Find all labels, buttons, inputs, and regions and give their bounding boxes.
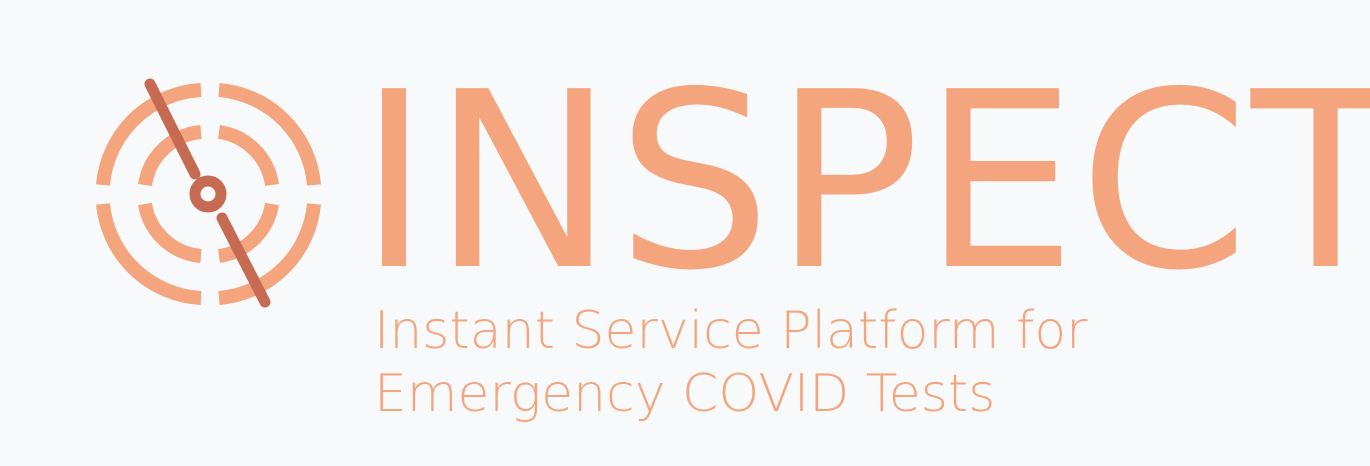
tagline-line-1: Instant Service Platform for — [374, 301, 1088, 361]
logo-mark — [90, 70, 330, 320]
tagline-line-2: Emergency COVID Tests — [374, 364, 996, 424]
brand-tagline: Instant Service Platform for Emergency C… — [374, 300, 1274, 426]
target-crosshair-icon — [96, 78, 321, 308]
middle-ring-segment — [217, 125, 279, 187]
center-dot — [189, 175, 227, 213]
brand-wordmark: INSPECT — [358, 40, 1370, 324]
middle-ring-segment — [138, 202, 202, 263]
